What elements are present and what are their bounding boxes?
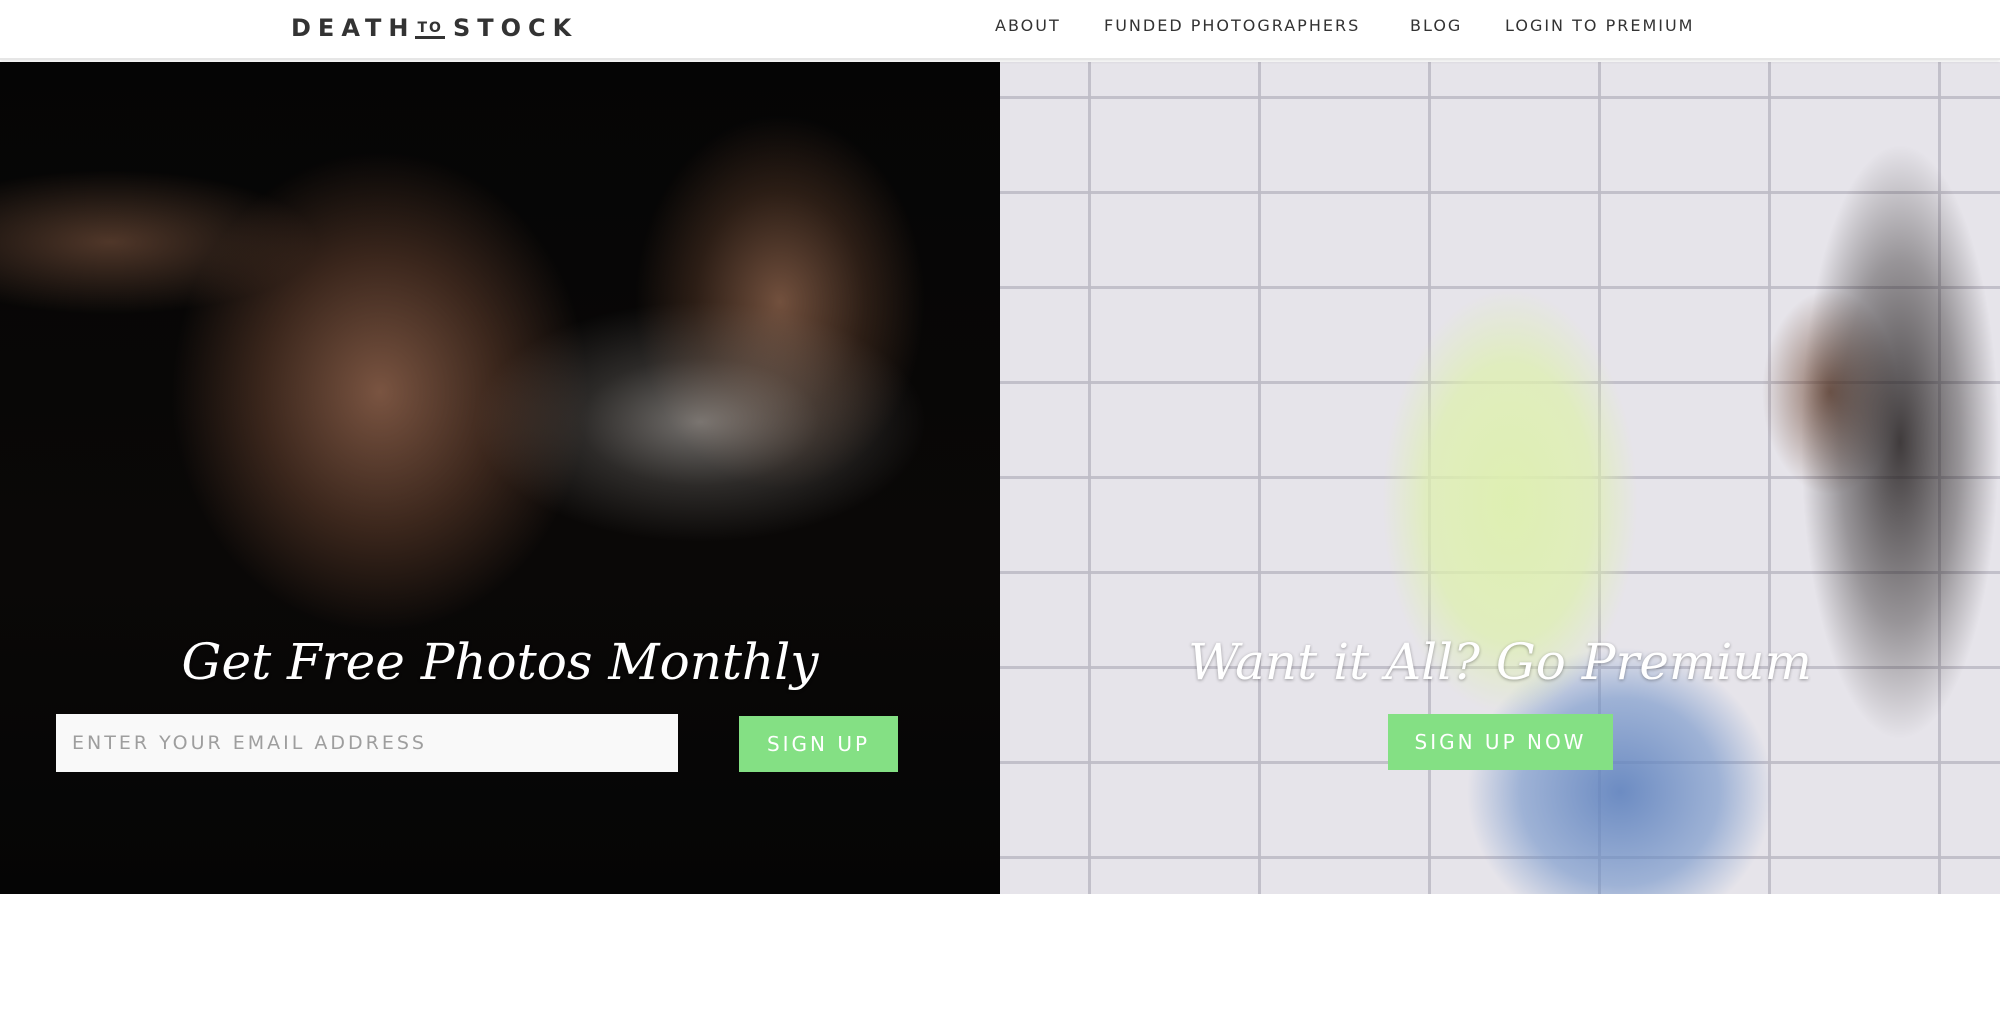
hero-premium: Want it All? Go Premium SIGN UP NOW [1000,62,2000,894]
nav-blog[interactable]: BLOG [1410,16,1462,38]
sign-up-button[interactable]: SIGN UP [739,716,898,772]
site-logo[interactable]: DEATH TO STOCK [291,11,578,43]
free-photos-heading: Get Free Photos Monthly [181,633,819,691]
site-header: DEATH TO STOCK ABOUT FUNDED PHOTOGRAPHERS … [0,0,2000,60]
logo-text-death: DEATH [291,14,416,42]
logo-text-to: TO [415,21,445,39]
premium-heading: Want it All? Go Premium [1188,633,1812,691]
sign-up-now-button[interactable]: SIGN UP NOW [1388,714,1613,770]
nav-funded-photographers[interactable]: FUNDED PHOTOGRAPHERS [1104,16,1360,38]
email-input[interactable] [56,714,678,772]
logo-text-stock: STOCK [452,14,579,42]
nav-about[interactable]: ABOUT [995,16,1061,38]
hero-free-photos: Get Free Photos Monthly SIGN UP [0,62,1000,894]
nav-login-to-premium[interactable]: LOGIN TO PREMIUM [1505,16,1694,38]
